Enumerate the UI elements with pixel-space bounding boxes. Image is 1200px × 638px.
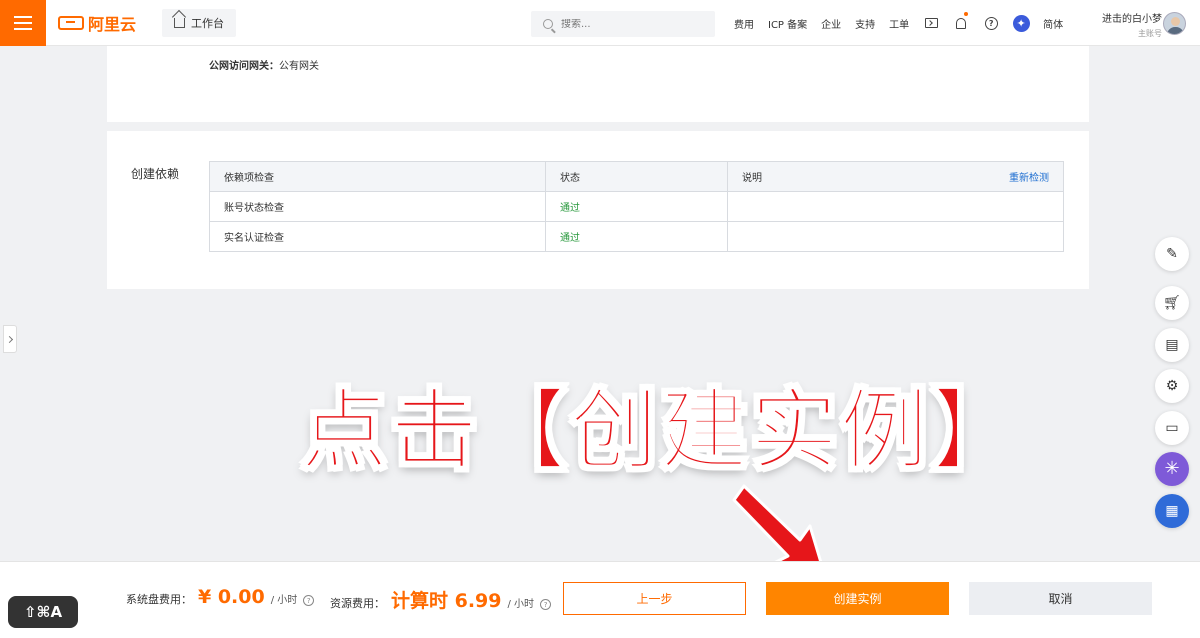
previous-step-button[interactable]: 上一步 bbox=[563, 582, 746, 615]
dependency-table: 依赖项检查 状态 说明 重新检测 账号状态检查 通过 实名认证检查 通过 bbox=[209, 161, 1064, 252]
cart-tool-button[interactable]: 🛒︎ bbox=[1155, 286, 1189, 320]
nav-link-enterprise[interactable]: 企业 bbox=[814, 16, 848, 31]
header-note-label: 说明 bbox=[742, 173, 762, 184]
row-status: 通过 bbox=[545, 191, 728, 222]
user-name: 进击的白小梦 bbox=[1102, 14, 1162, 25]
help-button[interactable]: ? bbox=[976, 0, 1006, 46]
logo-mark-icon bbox=[58, 15, 84, 30]
help-icon: ? bbox=[984, 16, 998, 30]
cart-icon: 🛒︎ bbox=[1163, 295, 1181, 311]
apps-grid-icon: ▦ bbox=[1165, 503, 1179, 519]
disk-fee-unit: / 小时 bbox=[270, 595, 298, 606]
shortcut-badge: ⇧⌘A bbox=[8, 596, 78, 628]
table-row: 实名认证检查 通过 bbox=[209, 221, 1064, 252]
resource-fee-amount: 计算时 6.99 bbox=[391, 590, 502, 612]
row-item: 账号状态检查 bbox=[209, 191, 546, 222]
sidebar-expand-toggle[interactable] bbox=[3, 325, 17, 353]
resource-fee: 资源费用： 计算时 6.99 / 小时 ? bbox=[330, 586, 552, 613]
table-header-row: 依赖项检查 状态 说明 重新检测 bbox=[209, 161, 1064, 192]
row-note bbox=[727, 191, 1064, 222]
avatar[interactable] bbox=[1163, 12, 1186, 35]
chevron-right-icon bbox=[5, 335, 13, 343]
dependency-card: 创建依赖 依赖项检查 状态 说明 重新检测 账号状态检查 通过 实名认证检查 通过 bbox=[107, 131, 1089, 289]
question-icon[interactable]: ? bbox=[303, 595, 315, 606]
nav-link-fees[interactable]: 费用 bbox=[727, 16, 761, 31]
header-note: 说明 重新检测 bbox=[727, 161, 1064, 192]
edit-icon: ✎ bbox=[1166, 246, 1178, 262]
workbench-button[interactable]: 工作台 bbox=[162, 8, 237, 37]
bell-icon bbox=[956, 17, 967, 29]
search-input[interactable] bbox=[561, 18, 701, 30]
edit-tool-button[interactable]: ✎ bbox=[1155, 237, 1189, 271]
network-card: 公网访问网关：公有网关 bbox=[107, 46, 1089, 122]
notification-button[interactable] bbox=[946, 0, 976, 46]
gateway-value: 公有网关 bbox=[279, 61, 319, 72]
header-status: 状态 bbox=[545, 161, 728, 192]
create-instance-button[interactable]: 创建实例 bbox=[766, 582, 949, 615]
gear-icon: ⚙ bbox=[1165, 378, 1179, 394]
gateway-row: 公网访问网关：公有网关 bbox=[209, 57, 319, 72]
user-menu[interactable]: 进击的白小梦 主账号 bbox=[1094, 10, 1162, 39]
cancel-button[interactable]: 取消 bbox=[969, 582, 1152, 615]
disk-fee: 系统盘费用： ¥ 0.00 / 小时 ? bbox=[126, 586, 315, 608]
nav-link-support[interactable]: 支持 bbox=[848, 16, 882, 31]
gateway-label: 公网访问网关： bbox=[209, 61, 279, 72]
top-nav-links: 费用 ICP 备案 企业 支持 工单 ? ✦ 简体 bbox=[727, 0, 1070, 46]
disk-fee-label: 系统盘费用： bbox=[126, 593, 192, 606]
document-icon: ▤ bbox=[1165, 337, 1179, 353]
notification-dot bbox=[964, 12, 969, 16]
recheck-link[interactable]: 重新检测 bbox=[1009, 169, 1049, 184]
chat-icon: ▭ bbox=[1165, 420, 1179, 436]
table-row: 账号状态检查 通过 bbox=[209, 191, 1064, 222]
feedback-tool-button[interactable]: ▭ bbox=[1155, 411, 1189, 445]
nav-link-ticket[interactable]: 工单 bbox=[882, 16, 916, 31]
resource-fee-label: 资源费用： bbox=[330, 597, 385, 610]
sparkle-icon: ✳ bbox=[1164, 458, 1180, 479]
tutorial-annotation: 点击【创建实例】 bbox=[299, 378, 1021, 483]
disk-fee-amount: ¥ 0.00 bbox=[198, 586, 265, 608]
nav-link-icp[interactable]: ICP 备案 bbox=[761, 16, 814, 31]
resource-fee-unit: / 小时 bbox=[507, 599, 535, 610]
aliyun-logo[interactable]: 阿里云 bbox=[58, 11, 136, 35]
ai-assistant-button[interactable]: ✦ bbox=[1006, 0, 1036, 46]
document-tool-button[interactable]: ▤ bbox=[1155, 328, 1189, 362]
search-box[interactable] bbox=[531, 11, 715, 37]
row-item: 实名认证检查 bbox=[209, 221, 546, 252]
terminal-icon bbox=[924, 18, 938, 28]
workbench-label: 工作台 bbox=[191, 16, 225, 30]
brand-name: 阿里云 bbox=[88, 14, 137, 34]
settings-tool-button[interactable]: ⚙ bbox=[1155, 369, 1189, 403]
search-icon bbox=[543, 19, 553, 29]
apps-tool-button[interactable]: ▦ bbox=[1155, 494, 1189, 528]
dependency-title: 创建依赖 bbox=[131, 167, 180, 181]
row-note bbox=[727, 221, 1064, 252]
home-icon bbox=[174, 17, 186, 28]
menu-icon[interactable] bbox=[0, 0, 46, 46]
user-role: 主账号 bbox=[1138, 29, 1162, 38]
order-footer: 系统盘费用： ¥ 0.00 / 小时 ? 资源费用： 计算时 6.99 / 小时… bbox=[0, 561, 1200, 638]
ai-assistant-icon: ✦ bbox=[1012, 14, 1030, 32]
terminal-button[interactable] bbox=[916, 0, 946, 46]
question-icon[interactable]: ? bbox=[540, 599, 552, 610]
ai-tool-button[interactable]: ✳ bbox=[1155, 452, 1189, 486]
language-switch[interactable]: 简体 bbox=[1036, 16, 1070, 31]
header-item: 依赖项检查 bbox=[209, 161, 546, 192]
row-status: 通过 bbox=[545, 221, 728, 252]
top-navigation-bar: 阿里云 工作台 费用 ICP 备案 企业 支持 工单 ? ✦ 简体 进击的白小梦… bbox=[0, 0, 1200, 46]
